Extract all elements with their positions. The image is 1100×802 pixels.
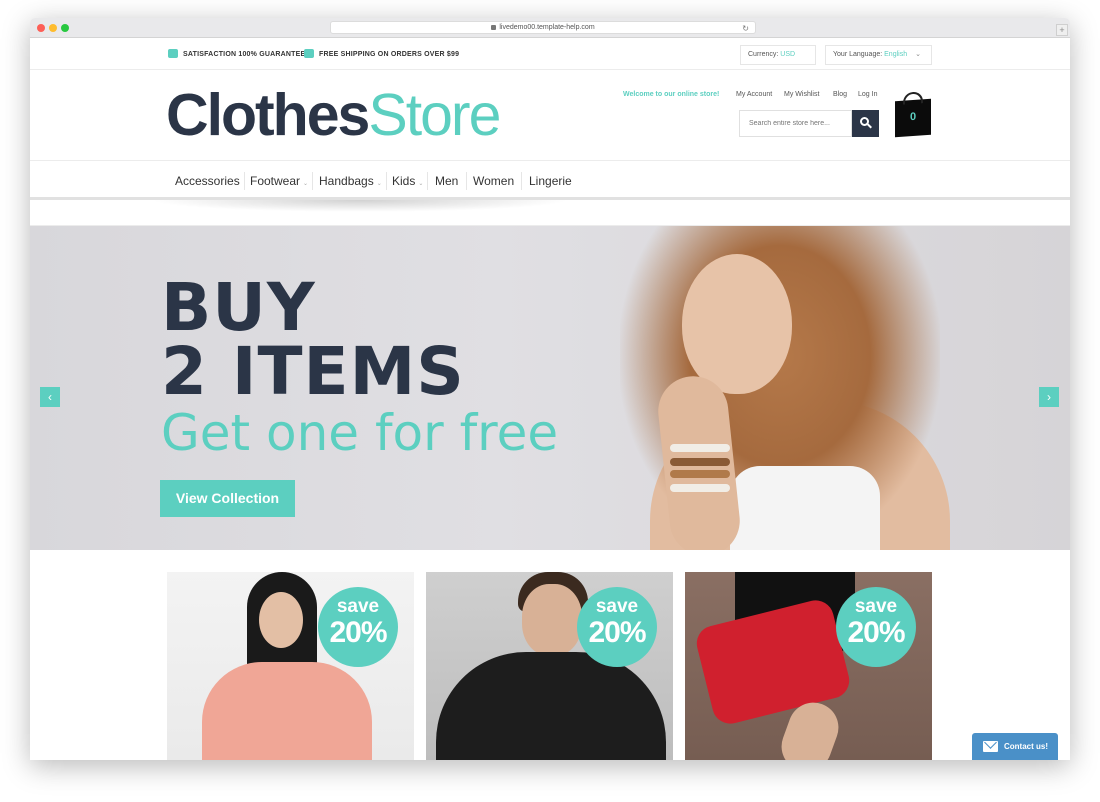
model-face — [522, 584, 582, 656]
browser-window: livedemo00.template-help.com ↻ + SATISFA… — [30, 18, 1070, 760]
nav-item-label: Handbags — [319, 174, 374, 188]
thumbs-up-icon — [168, 49, 178, 58]
badge-value: 20% — [847, 616, 905, 649]
nav-item-women[interactable]: Women — [473, 171, 514, 191]
nav-item-label: Women — [473, 174, 515, 188]
shipping-text: FREE SHIPPING ON ORDERS OVER $99 — [319, 51, 460, 58]
login-link[interactable]: Log In — [858, 91, 877, 98]
nav-divider — [386, 172, 387, 190]
contact-label: Contact us! — [1004, 742, 1048, 751]
nav-divider — [521, 172, 522, 190]
discount-badge: save 20% — [836, 587, 916, 667]
promo-banners: save 20% save 20% save 20% — [30, 572, 1070, 760]
address-bar[interactable]: livedemo00.template-help.com ↻ — [330, 21, 756, 34]
chevron-down-icon: ⌄ — [303, 181, 309, 187]
discount-badge: save 20% — [318, 587, 398, 667]
nav-item-label: Lingerie — [529, 174, 572, 188]
nav-divider — [312, 172, 313, 190]
model-face — [259, 592, 303, 648]
bracelet-image — [670, 484, 730, 492]
logo-store: Store — [368, 82, 501, 148]
welcome-message: Welcome to our online store! — [623, 91, 720, 98]
chevron-down-icon: ⌄ — [376, 181, 382, 187]
currency-value: USD — [780, 51, 796, 58]
truck-icon — [304, 49, 314, 58]
model-suit — [436, 652, 666, 760]
language-select[interactable]: Your Language: English ⌄ — [825, 45, 932, 65]
nav-item-men[interactable]: Men — [435, 171, 458, 191]
main-navigation: Accessories Footwear ⌄ Handbags ⌄ Kids ⌄ Me… — [30, 160, 1070, 200]
hero-line-items: 2 ITEMS — [161, 333, 465, 410]
shipping-promo: FREE SHIPPING ON ORDERS OVER $99 — [304, 49, 459, 58]
currency-label: Currency: — [748, 51, 779, 58]
nav-item-label: Men — [435, 174, 459, 188]
nav-divider — [244, 172, 245, 190]
reload-icon[interactable]: ↻ — [742, 23, 749, 35]
nav-item-kids[interactable]: Kids ⌄ — [392, 171, 423, 191]
nav-item-label: Kids — [392, 174, 416, 188]
currency-select[interactable]: Currency: USD ⌄ — [740, 45, 816, 76]
badge-label: save — [595, 596, 639, 617]
chevron-left-icon[interactable]: ‹ — [40, 387, 60, 407]
top-bar: SATISFACTION 100% GUARANTEED FREE SHIPPI… — [30, 38, 1070, 76]
view-collection-button[interactable]: View Collection — [160, 480, 295, 517]
my-account-link[interactable]: My Account — [736, 91, 772, 98]
chevron-right-icon[interactable]: › — [1039, 387, 1059, 407]
blog-link[interactable]: Blog — [833, 91, 847, 98]
promo-card-women[interactable]: save 20% — [167, 572, 414, 760]
model-dress — [202, 662, 372, 760]
new-tab-button[interactable]: + — [1056, 24, 1068, 36]
nav-item-label: Accessories — [175, 174, 240, 188]
model-photo — [590, 226, 1070, 550]
nav-item-label: Footwear — [250, 174, 301, 188]
badge-value: 20% — [588, 616, 646, 649]
hero-line-free: Get one for free — [161, 404, 559, 462]
chevron-down-icon: ⌄ — [418, 181, 424, 187]
search-button[interactable] — [852, 110, 879, 137]
maximize-window-button[interactable] — [61, 24, 69, 32]
envelope-icon — [983, 741, 998, 752]
nav-item-footwear[interactable]: Footwear ⌄ — [250, 171, 308, 191]
nav-divider — [427, 172, 428, 190]
promo-card-men[interactable]: save 20% — [426, 572, 673, 760]
bracelet-image — [670, 444, 730, 452]
promo-card-handbags[interactable]: save 20% — [685, 572, 932, 760]
chevron-down-icon: ⌄ — [915, 51, 921, 58]
language-label: Your Language: — [833, 51, 883, 58]
nav-divider — [466, 172, 467, 190]
bracelet-image — [670, 458, 730, 466]
model-face — [682, 254, 792, 394]
search-icon-handle — [867, 123, 872, 129]
url-text: livedemo00.template-help.com — [499, 24, 595, 31]
hero-slider[interactable]: BUY 2 ITEMS Get one for free View Collec… — [30, 226, 1070, 550]
my-wishlist-link[interactable]: My Wishlist — [784, 91, 819, 98]
site-header: ClothesStore Welcome to our online store… — [30, 70, 1070, 160]
minimize-window-button[interactable] — [49, 24, 57, 32]
bracelet-image — [670, 470, 730, 478]
logo-clothes: Clothes — [166, 82, 370, 148]
badge-label: save — [336, 596, 380, 617]
lock-icon — [491, 24, 497, 30]
nav-item-accessories[interactable]: Accessories — [175, 171, 240, 191]
nav-shadow — [150, 200, 570, 212]
contact-us-button[interactable]: Contact us! — [972, 733, 1058, 760]
nav-item-lingerie[interactable]: Lingerie — [529, 171, 572, 191]
language-value: English — [884, 51, 908, 58]
cart-button[interactable]: 0 — [895, 91, 931, 138]
close-window-button[interactable] — [37, 24, 45, 32]
search-input[interactable] — [739, 110, 852, 137]
shopping-bag-icon — [903, 91, 923, 105]
model-dress — [730, 466, 880, 550]
discount-badge: save 20% — [577, 587, 657, 667]
badge-label: save — [854, 596, 898, 617]
cart-count: 0 — [909, 110, 917, 124]
satisfaction-text: SATISFACTION 100% GUARANTEED — [183, 51, 311, 58]
satisfaction-promo: SATISFACTION 100% GUARANTEED — [168, 49, 311, 58]
hero-line-buy: BUY — [161, 269, 316, 346]
store-logo[interactable]: ClothesStore — [166, 82, 501, 148]
nav-item-handbags[interactable]: Handbags ⌄ — [319, 171, 382, 191]
badge-value: 20% — [329, 616, 387, 649]
browser-toolbar: livedemo00.template-help.com ↻ + — [30, 18, 1070, 38]
